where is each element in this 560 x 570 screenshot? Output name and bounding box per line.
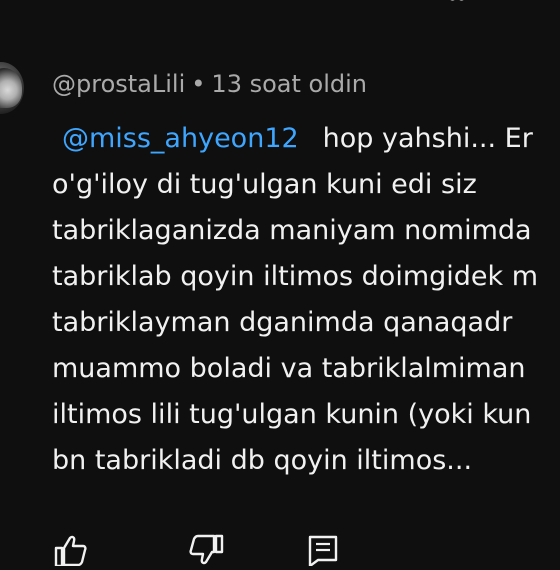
avatar[interactable]: [0, 62, 24, 114]
meta-separator: •: [191, 70, 206, 98]
mention-link[interactable]: @miss_ahyeon12: [62, 123, 299, 154]
comment-time: 13 soat oldin: [211, 70, 367, 98]
comment-line: o'g'iloy di tug'ulgan kuni edi siz: [52, 169, 477, 200]
reply-comment-icon: [308, 535, 338, 568]
author-name[interactable]: @prostaLili: [52, 70, 185, 98]
comment-line: bn tabrikladi db qoyin iltimos...: [52, 445, 473, 476]
comment-line: tabriklaganizda maniyam nomimda: [52, 215, 532, 246]
thumbs-down-icon: [189, 534, 224, 565]
comment-line: muammo boladi va tabriklalmiman: [52, 353, 526, 384]
comment-body: @miss_ahyeon12 hop yahshi... Er o'g'iloy …: [52, 116, 538, 484]
comment-meta: @prostaLili • 13 soat oldin: [52, 70, 367, 98]
thumbs-up-icon: [54, 535, 87, 568]
comment-actions: [0, 528, 560, 568]
overflow-dots[interactable]: [450, 0, 472, 4]
comment-line: @miss_ahyeon12 hop yahshi... Er: [52, 116, 538, 162]
comment-line: iltimos lili tug'ulgan kunin (yoki kun: [52, 399, 532, 430]
comment-line: tabriklayman dganimda qanaqadr: [52, 307, 513, 338]
comment-line: tabriklab qoyin iltimos doimgidek m: [52, 261, 539, 292]
reply-button[interactable]: [306, 534, 342, 568]
dislike-button[interactable]: [188, 534, 224, 566]
avatar-image: [0, 68, 22, 108]
comment-text: hop yahshi... Er: [322, 123, 533, 154]
like-button[interactable]: [52, 534, 88, 568]
